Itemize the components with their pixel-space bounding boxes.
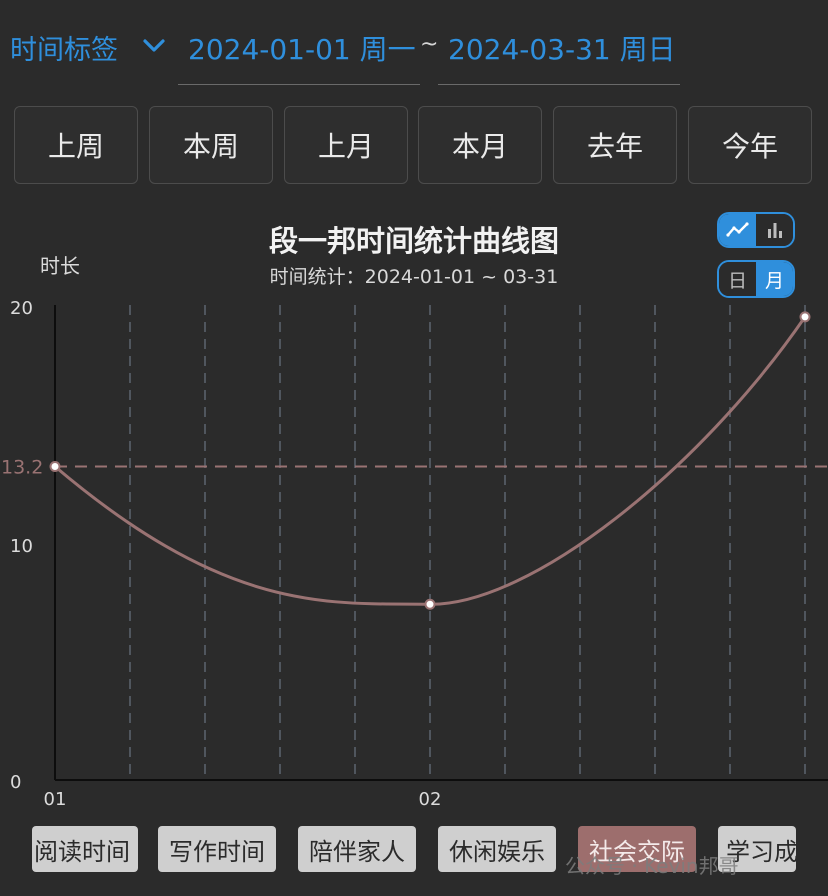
line-chart-icon (725, 222, 749, 237)
this-year-button[interactable]: 今年 (688, 106, 812, 184)
chart-title: 段一邦时间统计曲线图 (268, 224, 559, 258)
chevron-down-icon[interactable] (142, 38, 166, 54)
time-tag-filter-label[interactable]: 时间标签 (10, 28, 118, 67)
line-chart-toggle[interactable] (719, 214, 756, 246)
start-date-value: 2024-01-01 周一 (188, 33, 416, 66)
last-year-button[interactable]: 去年 (553, 106, 677, 184)
legend-item-leisure[interactable]: 休闲娱乐 (438, 826, 556, 872)
data-point[interactable] (424, 598, 436, 610)
y-tick-label: 20 (10, 298, 33, 319)
legend-item-writing[interactable]: 写作时间 (158, 826, 276, 872)
end-date-value: 2024-03-31 周日 (448, 33, 676, 66)
x-tick-label: 01 (44, 789, 67, 810)
this-week-button[interactable]: 本周 (149, 106, 273, 184)
data-point[interactable] (799, 311, 811, 323)
bar-chart-icon (767, 223, 782, 238)
y-tick-label: 10 (10, 536, 33, 557)
chart-subtitle: 时间统计：2024-01-01 ~ 03-31 (269, 266, 559, 288)
legend-item-family[interactable]: 陪伴家人 (298, 826, 416, 872)
average-label: 13.2 (1, 457, 43, 479)
this-month-button[interactable]: 本月 (418, 106, 542, 184)
last-month-button[interactable]: 上月 (284, 106, 408, 184)
y-axis-label: 时长 (40, 254, 80, 278)
bar-chart-toggle[interactable] (756, 214, 793, 246)
end-date-field[interactable]: 2024-03-31 周日 (438, 22, 680, 85)
line-chart: 20 10 0 13.2 01 02 (1, 298, 828, 810)
data-point[interactable] (49, 461, 61, 472)
last-week-button[interactable]: 上周 (14, 106, 138, 184)
chart-type-toggle (717, 212, 795, 248)
start-date-field[interactable]: 2024-01-01 周一 (178, 22, 420, 85)
y-tick-label: 0 (10, 772, 21, 793)
legend-item-reading[interactable]: 阅读时间 (32, 826, 138, 872)
x-tick-label: 02 (419, 789, 442, 810)
watermark-text: 公众号 · Kevin邦哥 (565, 854, 739, 878)
date-range-separator: ~ (420, 32, 439, 57)
